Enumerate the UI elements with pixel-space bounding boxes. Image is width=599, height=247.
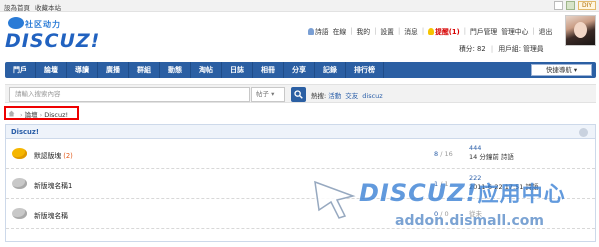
last-post-info: 14 分鐘前 詩語 bbox=[469, 153, 514, 161]
category-title[interactable]: Discuz! bbox=[11, 128, 39, 136]
home-icon[interactable] bbox=[8, 110, 15, 117]
forum-row: 新版塊名稱1 1 / 1 222 2011-6-22 17:51 詩語 bbox=[6, 170, 595, 199]
breadcrumb: › 論壇 › Discuz! bbox=[4, 106, 79, 120]
notice-link[interactable]: 提醒(1) bbox=[435, 26, 460, 36]
admin-center-link[interactable]: 管理中心 bbox=[501, 26, 528, 36]
top-tools: DIY bbox=[553, 1, 596, 10]
forum-stats: 1 / 1 bbox=[434, 180, 449, 188]
header: 社区动力 DISCUZ! 詩語 在線 | 我的 | 設置 | 消息 | 提醒(1… bbox=[0, 12, 599, 61]
site-logo[interactable]: 社区动力 DISCUZ! bbox=[5, 17, 100, 59]
user-icon bbox=[308, 27, 314, 35]
my-menu[interactable]: 我的 bbox=[356, 26, 370, 36]
nav-item-10[interactable]: 記錄 bbox=[315, 62, 346, 78]
avatar[interactable] bbox=[565, 15, 596, 46]
forum-name[interactable]: 新版塊名稱 bbox=[34, 212, 68, 220]
top-bar: 設為首頁 收藏本站 DIY bbox=[0, 0, 599, 12]
online-status[interactable]: 在線 bbox=[333, 26, 347, 36]
search-button[interactable] bbox=[291, 87, 306, 102]
quick-nav-label: 快捷導航 bbox=[545, 66, 572, 74]
forum-row: 新版塊名稱 0 / 0 從未 bbox=[6, 200, 595, 229]
last-post-title[interactable]: 222 bbox=[469, 174, 539, 183]
username-link[interactable]: 詩語 bbox=[315, 26, 329, 36]
forum-no-new-icon bbox=[12, 208, 27, 219]
forum-last-post: 222 2011-6-22 17:51 詩語 bbox=[469, 174, 539, 192]
forum-row: 默認版塊 (2) 8 / 16 444 14 分鐘前 詩語 bbox=[6, 140, 595, 169]
forum-last-post: 從未 bbox=[469, 210, 482, 219]
bookmark-link[interactable]: 收藏本站 bbox=[35, 4, 61, 12]
hot-search-label: 熱搜: bbox=[311, 92, 327, 100]
set-home-link[interactable]: 設為首頁 bbox=[4, 4, 30, 12]
forum-name[interactable]: 默認版塊 bbox=[34, 152, 61, 160]
nav-item-11[interactable]: 排行榜 bbox=[346, 62, 384, 78]
nav-item-3[interactable]: 廣播 bbox=[98, 62, 129, 78]
hot-term-3[interactable]: discuz bbox=[362, 92, 382, 100]
nav-item-2[interactable]: 導讀 bbox=[67, 62, 98, 78]
logout-link[interactable]: 退出 bbox=[539, 26, 553, 36]
last-post-title[interactable]: 444 bbox=[469, 144, 514, 153]
forum-stats: 8 / 16 bbox=[434, 150, 453, 158]
hot-term-1[interactable]: 活動 bbox=[328, 92, 341, 100]
user-nav: 詩語 在線 | 我的 | 設置 | 消息 | 提醒(1) | 門戶管理 管理中心… bbox=[308, 26, 556, 36]
category-header: Discuz! bbox=[6, 125, 595, 139]
last-post-title: 從未 bbox=[469, 210, 482, 218]
nav-item-8[interactable]: 相冊 bbox=[253, 62, 284, 78]
style-swatch-green[interactable] bbox=[565, 1, 575, 10]
search-icon bbox=[294, 90, 303, 99]
quick-nav-button[interactable]: 快捷導航 ▾ bbox=[531, 64, 592, 76]
forum-name[interactable]: 新版塊名稱1 bbox=[34, 182, 72, 190]
nav-item-6[interactable]: 淘帖 bbox=[191, 62, 222, 78]
nav-item-4[interactable]: 群組 bbox=[129, 62, 160, 78]
search-type-select[interactable]: 帖子 ▾ bbox=[251, 87, 285, 102]
forum-new-posts-icon bbox=[12, 148, 27, 159]
hot-search: 熱搜: 活動 交友 discuz bbox=[311, 90, 387, 100]
chevron-down-icon: ▾ bbox=[573, 66, 578, 74]
collapse-icon[interactable] bbox=[579, 128, 588, 137]
nav-item-1[interactable]: 論壇 bbox=[36, 62, 67, 78]
notice-bulb-icon bbox=[428, 27, 435, 35]
forum-category: Discuz! 默認版塊 (2) 8 / 16 444 14 分鐘前 詩語 新版塊… bbox=[5, 124, 596, 242]
logo-bubble-icon bbox=[8, 17, 24, 29]
last-post-info: 2011-6-22 17:51 詩語 bbox=[469, 183, 539, 191]
settings-link[interactable]: 設置 bbox=[380, 26, 394, 36]
forum-last-post: 444 14 分鐘前 詩語 bbox=[469, 144, 514, 162]
group-link[interactable]: 用戶組: 管理員 bbox=[498, 45, 543, 53]
top-links: 設為首頁 收藏本站 bbox=[4, 2, 66, 12]
forum-stats: 0 / 0 bbox=[434, 210, 449, 218]
forum-today-count: (2) bbox=[63, 152, 73, 160]
nav-items: 門戶 論壇 導讀 廣播 群組 動態 淘帖 日誌 相冊 分享 記錄 排行榜 bbox=[5, 62, 384, 78]
user-info: 積分: 82 | 用戶組: 管理員 bbox=[459, 45, 544, 53]
messages-link[interactable]: 消息 bbox=[404, 26, 418, 36]
forum-no-new-icon bbox=[12, 178, 27, 189]
nav-item-9[interactable]: 分享 bbox=[284, 62, 315, 78]
nav-item-5[interactable]: 動態 bbox=[160, 62, 191, 78]
search-bar: 請輸入搜索內容 帖子 ▾ 熱搜: 活動 交友 discuz bbox=[5, 84, 596, 103]
diy-button[interactable]: DIY bbox=[577, 1, 596, 10]
logo-subtitle: 社区动力 bbox=[25, 20, 61, 29]
hot-term-2[interactable]: 交友 bbox=[345, 92, 358, 100]
logo-text: DISCUZ! bbox=[5, 30, 101, 52]
breadcrumb-forum[interactable]: 論壇 bbox=[25, 111, 38, 119]
credits-link[interactable]: 積分: 82 bbox=[459, 45, 486, 53]
nav-item-0[interactable]: 門戶 bbox=[5, 62, 36, 78]
search-type-label: 帖子 bbox=[256, 90, 269, 98]
nav-item-7[interactable]: 日誌 bbox=[222, 62, 253, 78]
main-nav: 門戶 論壇 導讀 廣播 群組 動態 淘帖 日誌 相冊 分享 記錄 排行榜 快捷導航 ▾ bbox=[5, 62, 596, 78]
search-input[interactable]: 請輸入搜索內容 bbox=[9, 87, 250, 102]
portal-manage-link[interactable]: 門戶管理 bbox=[470, 26, 497, 36]
breadcrumb-current[interactable]: Discuz! bbox=[44, 111, 68, 119]
style-swatch-white[interactable] bbox=[553, 1, 563, 10]
